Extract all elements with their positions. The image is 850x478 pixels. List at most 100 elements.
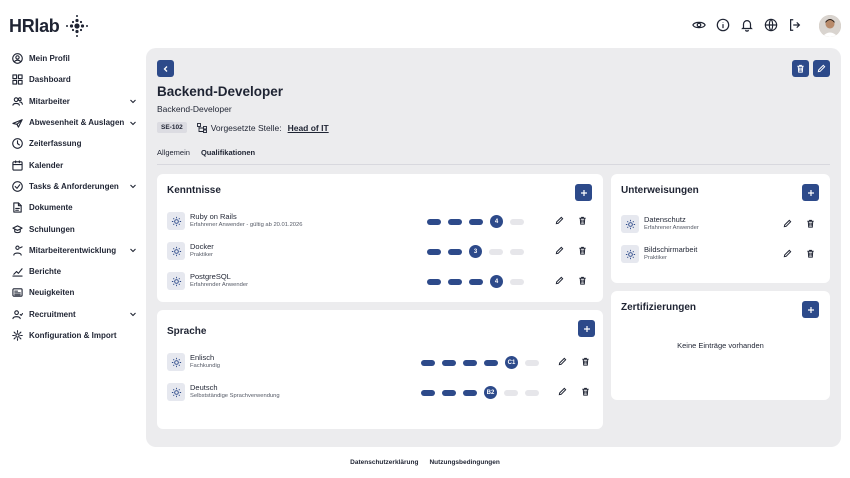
sprache-row: Deutsch Selbstständige Sprachverwendung B2 <box>167 382 593 404</box>
unterweisungen-title: Unterweisungen <box>621 185 699 196</box>
delete-button[interactable] <box>581 387 590 396</box>
row-name: Enlisch <box>190 353 215 362</box>
chevron-down-icon <box>130 312 136 317</box>
supervisor-link[interactable]: Head of IT <box>288 123 329 133</box>
position-code-badge: SE-102 <box>157 122 187 133</box>
edit-button[interactable] <box>783 249 792 258</box>
news-icon <box>12 287 23 298</box>
row-name: Datenschutz <box>644 215 686 224</box>
meta-row: SE-102 Vorgesetzte Stelle: Head of IT <box>157 122 329 133</box>
row-name: Ruby on Rails <box>190 212 237 221</box>
chevron-down-icon <box>130 248 136 253</box>
sprache-title: Sprache <box>167 326 207 337</box>
edit-button[interactable] <box>558 387 567 396</box>
delete-button[interactable] <box>578 216 587 225</box>
level-badge: 4 <box>490 275 503 288</box>
sidebar-item-mitarbeiter[interactable]: Mitarbeiter <box>0 91 145 112</box>
edit-button[interactable] <box>558 357 567 366</box>
sidebar-item-label: Kalender <box>29 160 64 170</box>
grid-icon <box>12 74 23 86</box>
chevron-down-icon <box>130 185 136 189</box>
delete-button[interactable] <box>578 246 587 255</box>
level-bar-filled <box>421 389 435 396</box>
bell-icon[interactable] <box>740 18 754 32</box>
back-button[interactable] <box>157 60 174 77</box>
add-sprache-button[interactable] <box>578 320 595 337</box>
sidebar-item-konfiguration-import[interactable]: Konfiguration & Import <box>0 325 145 346</box>
tabs: Allgemein Qualifikationen <box>157 148 255 157</box>
document-icon <box>12 202 23 213</box>
kenntnisse-row: PostgreSQL Erfahrender Anwender 4 <box>167 271 593 293</box>
level-badge: C1 <box>505 356 518 369</box>
sidebar-item-neuigkeiten[interactable]: Neuigkeiten <box>0 282 145 303</box>
globe-icon[interactable] <box>764 18 778 32</box>
sidebar-item-label: Abwesenheit & Auslagen <box>29 118 125 128</box>
edit-button[interactable] <box>555 216 564 225</box>
row-name: Bildschirmarbeit <box>644 245 698 254</box>
sidebar-item-kalender[interactable]: Kalender <box>0 154 145 175</box>
delete-button[interactable] <box>581 357 590 366</box>
skill-icon <box>167 272 185 290</box>
sidebar-item-label: Mein Profil <box>29 54 70 64</box>
edit-button[interactable] <box>783 219 792 228</box>
plus-icon <box>807 189 814 196</box>
add-kenntnis-button[interactable] <box>575 184 592 201</box>
tab-allgemein[interactable]: Allgemein <box>157 148 190 157</box>
sprache-row: Enlisch Fachkundig C1 <box>167 352 593 374</box>
delete-button[interactable] <box>806 249 815 258</box>
edit-button[interactable] <box>555 276 564 285</box>
terms-link[interactable]: Nutzungsbedingungen <box>429 459 499 466</box>
chart-icon <box>12 266 23 277</box>
row-subtitle: Erfahrener Anwender - gültig ab 20.01.20… <box>190 222 303 228</box>
sidebar-item-berichte[interactable]: Berichte <box>0 261 145 282</box>
tab-qualifikationen[interactable]: Qualifikationen <box>201 148 255 157</box>
chevron-down-icon <box>130 99 136 104</box>
level-bar-filled <box>421 359 435 366</box>
row-subtitle: Erfahrener Anwender <box>644 225 699 231</box>
supervisor-label-text: Vorgesetzte Stelle: <box>210 122 282 133</box>
sidebar-item-label: Dashboard <box>29 75 71 85</box>
sidebar-item-label: Konfiguration & Import <box>29 331 117 340</box>
level-bar-filled <box>469 278 483 285</box>
sidebar-item-schulungen[interactable]: Schulungen <box>0 218 145 239</box>
level-bar-empty <box>510 248 524 255</box>
sidebar-item-abwesenheit-auslagen[interactable]: Abwesenheit & Auslagen <box>0 112 145 133</box>
kenntnisse-card: Kenntnisse Ruby on Rails Erfahrener Anwen… <box>157 174 603 302</box>
eye-icon[interactable] <box>692 18 706 32</box>
info-icon[interactable] <box>716 18 730 32</box>
row-subtitle: Erfahrender Anwender <box>190 282 249 288</box>
add-zertifizierung-button[interactable] <box>802 301 819 318</box>
edit-button[interactable] <box>555 246 564 255</box>
plus-icon <box>807 306 814 313</box>
add-unterweisung-button[interactable] <box>802 184 819 201</box>
logout-icon[interactable] <box>788 18 802 32</box>
sidebar-item-recruitment[interactable]: Recruitment <box>0 304 145 325</box>
sidebar-item-tasks-anforderungen[interactable]: Tasks & Anforderungen <box>0 176 145 197</box>
sidebar-item-mein-profil[interactable]: Mein Profil <box>0 48 145 69</box>
level-bar-filled <box>469 218 483 225</box>
delete-position-button[interactable] <box>792 60 809 77</box>
skill-icon <box>621 215 639 233</box>
level-indicator: 4 <box>427 275 524 288</box>
privacy-link[interactable]: Datenschutzerklärung <box>350 459 418 466</box>
level-bar-empty <box>510 278 524 285</box>
skill-icon <box>167 242 185 260</box>
pencil-icon <box>817 64 826 73</box>
edit-position-button[interactable] <box>813 60 830 77</box>
users-icon <box>12 96 23 107</box>
sidebar-item-dokumente[interactable]: Dokumente <box>0 197 145 218</box>
sidebar-item-label: Recruitment <box>29 309 76 319</box>
level-badge: 4 <box>490 215 503 228</box>
sidebar-item-mitarbeiterentwicklung[interactable]: Mitarbeiterentwicklung <box>0 240 145 261</box>
sidebar-item-dashboard[interactable]: Dashboard <box>0 69 145 90</box>
tab-divider <box>157 164 830 165</box>
logo[interactable]: HRlab <box>9 14 89 38</box>
sidebar-item-label: Schulungen <box>29 224 75 234</box>
sidebar-item-label: Neuigkeiten <box>29 288 75 298</box>
delete-button[interactable] <box>806 219 815 228</box>
avatar[interactable] <box>819 15 841 37</box>
level-bar-empty <box>525 359 539 366</box>
check-circle-icon <box>12 181 23 192</box>
sidebar-item-zeiterfassung[interactable]: Zeiterfassung <box>0 133 145 154</box>
delete-button[interactable] <box>578 276 587 285</box>
